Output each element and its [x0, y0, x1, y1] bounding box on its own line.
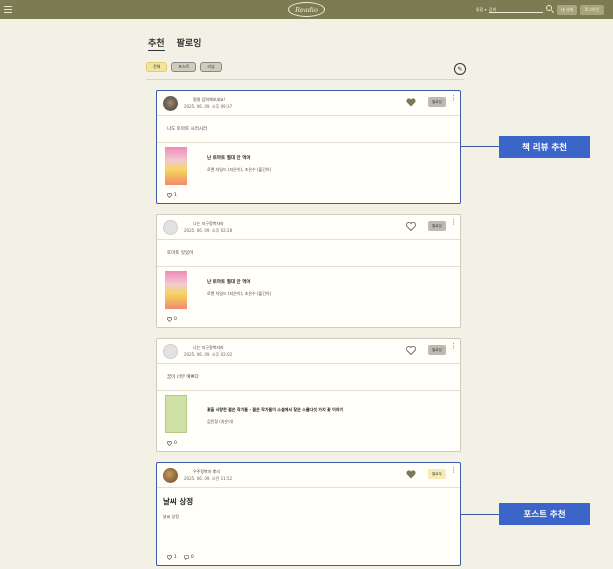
- like-count-value: 1: [174, 555, 177, 560]
- readio-logo[interactable]: Readio: [288, 2, 325, 17]
- heart-outline-icon[interactable]: [406, 222, 416, 231]
- like-count[interactable]: 1 0: [167, 555, 194, 560]
- review-text: 나도 토마토 시러시러: [157, 116, 460, 143]
- search-input[interactable]: [488, 6, 543, 13]
- card-header: 우주정복자 뿌리 2025. 06. 09. 오전 11:52 팔로우 ⋮: [157, 463, 460, 488]
- review-card[interactable]: 나는 지구정복자라 2025. 06. 09. 오후 02:02 팔로잉 ⋮ 꿈…: [156, 338, 461, 452]
- heart-outline-icon[interactable]: [167, 441, 172, 446]
- comment-icon[interactable]: [184, 555, 189, 560]
- book-cover[interactable]: [165, 271, 187, 309]
- book-info[interactable]: 난 토마토 절대 안 먹어 로렌 차일드 (지은이), 조은수 (옮긴이): [157, 143, 460, 185]
- review-card[interactable]: 필명 입력해보세요! 2025. 06. 09. 오후 09:37 팔로잉 ⋮ …: [156, 90, 461, 204]
- menu-icon[interactable]: [4, 6, 12, 13]
- logout-button[interactable]: 로그아웃: [580, 5, 604, 15]
- heart-outline-icon[interactable]: [167, 555, 172, 560]
- search-area: 통합 ▾: [476, 6, 543, 13]
- more-options-icon[interactable]: ⋮: [450, 467, 457, 480]
- follow-button[interactable]: 팔로우: [428, 469, 446, 479]
- more-options-icon[interactable]: ⋮: [450, 219, 457, 232]
- review-text: 토마토 맛있어: [157, 240, 460, 267]
- like-count[interactable]: 1: [167, 193, 177, 198]
- book-title[interactable]: 난 토마토 절대 안 먹어: [207, 155, 251, 161]
- like-count-value: 1: [174, 193, 177, 198]
- like-count-value: 0: [174, 317, 177, 322]
- username[interactable]: 우주정복자 뿌리: [193, 469, 220, 475]
- filter-all[interactable]: 전체: [146, 62, 168, 72]
- heart-filled-icon[interactable]: [406, 98, 416, 107]
- review-recommend-callout: 책 리뷰 추천: [499, 136, 590, 158]
- filter-chips: 전체 포스트 리뷰: [146, 62, 222, 72]
- book-info[interactable]: 난 토마토 절대 안 먹어 로렌 차일드 (지은이), 조은수 (옮긴이): [157, 267, 460, 309]
- my-library-button[interactable]: 내 서재: [557, 5, 577, 15]
- book-author: 로렌 차일드 (지은이), 조은수 (옮긴이): [207, 291, 272, 296]
- timestamp: 2025. 06. 09. 오전 11:52: [184, 476, 233, 481]
- card-header: 나는 지구정복자라 2025. 06. 09. 오후 02:28 팔로잉 ⋮: [157, 215, 460, 240]
- username[interactable]: 필명 입력해보세요!: [193, 97, 225, 103]
- tab-following[interactable]: 팔로잉: [177, 36, 202, 51]
- post-title[interactable]: 날씨 상정: [157, 488, 460, 511]
- heart-outline-icon[interactable]: [167, 193, 172, 198]
- search-type-select[interactable]: 통합 ▾: [476, 7, 487, 13]
- callout-line: [461, 514, 499, 515]
- timestamp: 2025. 06. 09. 오후 02:28: [184, 228, 233, 233]
- post-card[interactable]: 우주정복자 뿌리 2025. 06. 09. 오전 11:52 팔로우 ⋮ 날씨…: [156, 462, 461, 566]
- username[interactable]: 나는 지구정복자라: [193, 221, 224, 227]
- heart-outline-icon[interactable]: [406, 346, 416, 355]
- book-cover[interactable]: [165, 395, 187, 433]
- follow-button[interactable]: 팔로잉: [428, 221, 446, 231]
- like-count-value: 0: [174, 441, 177, 446]
- review-card[interactable]: 나는 지구정복자라 2025. 06. 09. 오후 02:28 팔로잉 ⋮ 토…: [156, 214, 461, 328]
- like-count[interactable]: 0: [167, 441, 177, 446]
- avatar[interactable]: [163, 96, 178, 111]
- top-navigation-bar: Readio 통합 ▾ 내 서재 로그아웃: [0, 0, 613, 19]
- card-header: 나는 지구정복자라 2025. 06. 09. 오후 02:02 팔로잉 ⋮: [157, 339, 460, 364]
- book-title[interactable]: 꽃을 사랑한 젊은 작가들 - 젊은 작가들이 소설에서 찾은 스물다섯 가지 …: [207, 407, 343, 413]
- book-title[interactable]: 난 토마토 절대 안 먹어: [207, 279, 251, 285]
- timestamp: 2025. 06. 09. 오후 09:37: [184, 104, 233, 109]
- follow-button[interactable]: 팔로잉: [428, 345, 446, 355]
- filter-divider: [146, 79, 464, 80]
- tab-recommend[interactable]: 추천: [148, 36, 165, 51]
- timestamp: 2025. 06. 09. 오후 02:02: [184, 352, 233, 357]
- feed-tabs: 추천 팔로잉: [148, 36, 201, 51]
- avatar[interactable]: [163, 468, 178, 483]
- like-count[interactable]: 0: [167, 317, 177, 322]
- callout-line: [461, 146, 499, 147]
- review-text: 꿈이 너무 예쁘다: [157, 364, 460, 391]
- comment-count-value: 0: [190, 555, 194, 560]
- avatar[interactable]: [163, 220, 178, 235]
- book-author: 김민정 (지은이): [207, 419, 234, 424]
- heart-outline-icon[interactable]: [167, 317, 172, 322]
- card-header: 필명 입력해보세요! 2025. 06. 09. 오후 09:37 팔로잉 ⋮: [157, 91, 460, 116]
- filter-review[interactable]: 리뷰: [200, 62, 222, 72]
- heart-filled-icon[interactable]: [406, 470, 416, 479]
- book-info[interactable]: 꽃을 사랑한 젊은 작가들 - 젊은 작가들이 소설에서 찾은 스물다섯 가지 …: [157, 391, 460, 433]
- post-recommend-callout: 포스트 추천: [499, 503, 590, 525]
- follow-button[interactable]: 팔로잉: [428, 97, 446, 107]
- more-options-icon[interactable]: ⋮: [450, 343, 457, 356]
- more-options-icon[interactable]: ⋮: [450, 95, 457, 108]
- avatar[interactable]: [163, 344, 178, 359]
- username[interactable]: 나는 지구정복자라: [193, 345, 224, 351]
- write-post-icon[interactable]: ✎: [454, 63, 466, 75]
- post-body: 날씨 상정: [163, 514, 179, 519]
- search-icon[interactable]: [546, 5, 552, 11]
- book-cover[interactable]: [165, 147, 187, 185]
- filter-post[interactable]: 포스트: [171, 62, 197, 72]
- book-author: 로렌 차일드 (지은이), 조은수 (옮긴이): [207, 167, 272, 172]
